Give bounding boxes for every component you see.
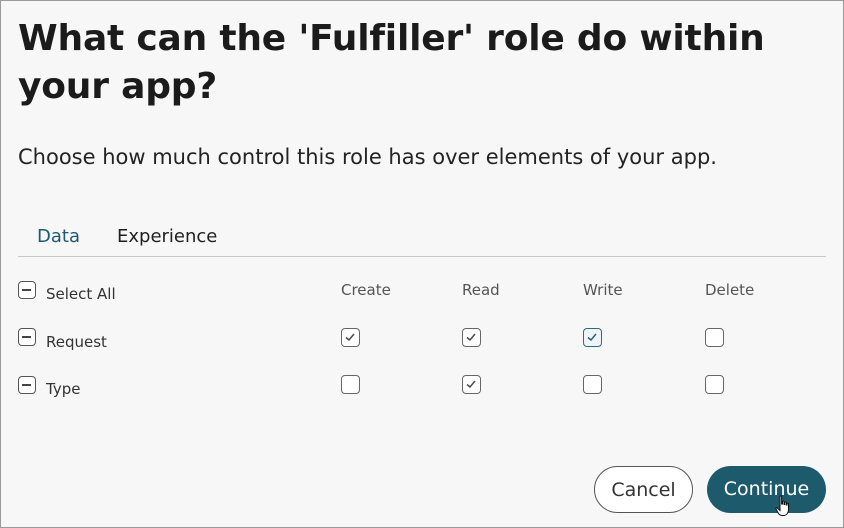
select-all-checkbox[interactable] <box>18 281 36 299</box>
checkbox-type-create[interactable] <box>341 375 360 394</box>
column-header-read: Read <box>462 281 500 299</box>
check-icon <box>345 333 355 342</box>
check-icon <box>466 333 476 342</box>
tab-bar: Data Experience <box>18 220 826 257</box>
checkbox-request-delete[interactable] <box>705 328 724 347</box>
check-icon <box>587 333 597 342</box>
checkbox-request-write[interactable] <box>583 328 602 347</box>
dialog: What can the 'Fulfiller' role do within … <box>0 0 844 528</box>
row-label-request: Request <box>46 333 107 351</box>
page-subtitle: Choose how much control this role has ov… <box>18 145 717 169</box>
row-toggle-request[interactable] <box>18 328 36 346</box>
checkbox-type-read[interactable] <box>462 375 481 394</box>
checkbox-type-delete[interactable] <box>705 375 724 394</box>
row-label-type: Type <box>46 380 81 398</box>
tab-experience[interactable]: Experience <box>117 224 217 250</box>
checkbox-request-read[interactable] <box>462 328 481 347</box>
checkbox-type-write[interactable] <box>583 375 602 394</box>
cancel-button[interactable]: Cancel <box>594 466 693 513</box>
tab-data[interactable]: Data <box>37 224 80 250</box>
continue-button[interactable]: Continue <box>707 466 826 513</box>
check-icon <box>466 380 476 389</box>
column-header-write: Write <box>583 281 623 299</box>
page-title: What can the 'Fulfiller' role do within … <box>18 18 765 107</box>
row-toggle-type[interactable] <box>18 376 36 394</box>
checkbox-request-create[interactable] <box>341 328 360 347</box>
column-header-delete: Delete <box>705 281 755 299</box>
select-all-label: Select All <box>46 285 116 303</box>
column-header-create: Create <box>341 281 391 299</box>
